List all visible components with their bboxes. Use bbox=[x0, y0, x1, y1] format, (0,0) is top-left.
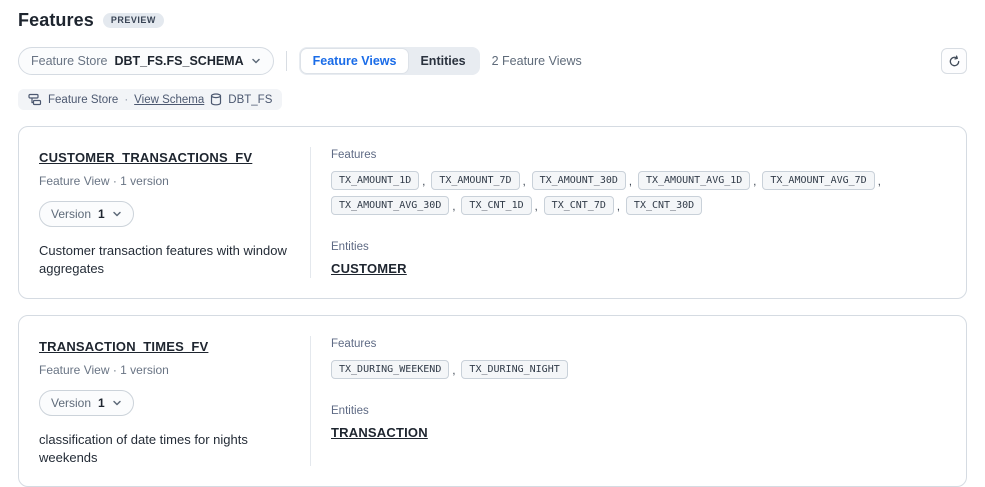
chip-separator: , bbox=[617, 195, 620, 219]
page-title: Features bbox=[18, 10, 94, 31]
feature-chip-list: TX_DURING_WEEKEND, TX_DURING_NIGHT bbox=[331, 358, 941, 383]
view-schema-link[interactable]: View Schema bbox=[134, 94, 204, 106]
entities-section: Entities TRANSACTION bbox=[331, 405, 942, 442]
version-selector[interactable]: Version 1 bbox=[39, 201, 134, 227]
feature-view-meta: Feature View · 1 version bbox=[39, 174, 290, 188]
toolbar: Feature Store DBT_FS.FS_SCHEMA Feature V… bbox=[18, 47, 967, 75]
version-value: 1 bbox=[98, 396, 105, 410]
feature-chip-list: TX_AMOUNT_1D,TX_AMOUNT_7D,TX_AMOUNT_30D,… bbox=[331, 169, 941, 219]
chevron-down-icon bbox=[251, 56, 261, 66]
chip-separator: , bbox=[629, 170, 632, 194]
card-summary-column: TRANSACTION_TIMES_FV Feature View · 1 ver… bbox=[19, 336, 311, 466]
features-section-label: Features bbox=[331, 149, 942, 161]
feature-name-chip[interactable]: TX_AMOUNT_AVG_7D bbox=[762, 171, 874, 190]
version-value: 1 bbox=[98, 207, 105, 221]
card-summary-column: CUSTOMER_TRANSACTIONS_FV Feature View · 1… bbox=[19, 147, 311, 278]
feature-store-select-value: DBT_FS.FS_SCHEMA bbox=[114, 54, 243, 68]
preview-badge: PREVIEW bbox=[103, 13, 164, 28]
feature-view-description: classification of date times for nights … bbox=[39, 431, 289, 466]
feature-name-chip[interactable]: TX_AMOUNT_AVG_30D bbox=[331, 196, 449, 215]
chip-separator: , bbox=[753, 170, 756, 194]
tab-feature-views[interactable]: Feature Views bbox=[301, 49, 409, 73]
entity-link[interactable]: CUSTOMER bbox=[331, 261, 407, 276]
chip-separator: , bbox=[535, 195, 538, 219]
chip-separator: , bbox=[878, 170, 881, 194]
feature-view-title-link[interactable]: CUSTOMER_TRANSACTIONS_FV bbox=[39, 150, 252, 165]
breadcrumb-separator: · bbox=[124, 94, 128, 106]
view-tabs: Feature Views Entities bbox=[299, 47, 480, 75]
feature-store-select[interactable]: Feature Store DBT_FS.FS_SCHEMA bbox=[18, 47, 274, 75]
refresh-button[interactable] bbox=[941, 48, 967, 74]
feature-view-card: TRANSACTION_TIMES_FV Feature View · 1 ver… bbox=[18, 315, 967, 487]
chip-separator: , bbox=[452, 195, 455, 219]
breadcrumb: Feature Store · View Schema DBT_FS bbox=[18, 89, 282, 110]
chip-separator: , bbox=[523, 170, 526, 194]
feature-name-chip[interactable]: TX_DURING_WEEKEND bbox=[331, 360, 449, 379]
feature-view-description: Customer transaction features with windo… bbox=[39, 242, 289, 277]
version-label: Version bbox=[51, 207, 91, 221]
refresh-icon bbox=[948, 55, 961, 68]
version-selector[interactable]: Version 1 bbox=[39, 390, 134, 416]
page-header: Features PREVIEW bbox=[18, 10, 967, 31]
feature-name-chip[interactable]: TX_AMOUNT_AVG_1D bbox=[638, 171, 750, 190]
feature-name-chip[interactable]: TX_CNT_30D bbox=[626, 196, 702, 215]
feature-name-chip[interactable]: TX_AMOUNT_30D bbox=[532, 171, 626, 190]
feature-name-chip[interactable]: TX_DURING_NIGHT bbox=[461, 360, 567, 379]
chevron-down-icon bbox=[112, 398, 122, 408]
feature-name-chip[interactable]: TX_AMOUNT_7D bbox=[431, 171, 519, 190]
chip-separator: , bbox=[452, 359, 455, 383]
card-detail-column: FeaturesTX_AMOUNT_1D,TX_AMOUNT_7D,TX_AMO… bbox=[311, 147, 966, 278]
version-label: Version bbox=[51, 396, 91, 410]
breadcrumb-database-name: DBT_FS bbox=[228, 94, 272, 106]
features-page: Features PREVIEW Feature Store DBT_FS.FS… bbox=[0, 0, 985, 487]
entities-section: Entities CUSTOMER bbox=[331, 241, 942, 278]
chevron-down-icon bbox=[112, 209, 122, 219]
database-icon bbox=[210, 93, 222, 106]
feature-name-chip[interactable]: TX_AMOUNT_1D bbox=[331, 171, 419, 190]
breadcrumb-store-label: Feature Store bbox=[48, 94, 118, 106]
toolbar-divider bbox=[286, 51, 287, 71]
feature-view-title-link[interactable]: TRANSACTION_TIMES_FV bbox=[39, 339, 208, 354]
entities-section-label: Entities bbox=[331, 241, 942, 253]
feature-views-count: 2 Feature Views bbox=[492, 54, 582, 68]
feature-store-select-label: Feature Store bbox=[31, 54, 107, 68]
card-detail-column: Features TX_DURING_WEEKEND, TX_DURING_NIGH… bbox=[311, 336, 966, 466]
features-section-label: Features bbox=[331, 338, 942, 350]
feature-name-chip[interactable]: TX_CNT_7D bbox=[544, 196, 614, 215]
entity-link[interactable]: TRANSACTION bbox=[331, 425, 428, 440]
feature-view-card: CUSTOMER_TRANSACTIONS_FV Feature View · 1… bbox=[18, 126, 967, 299]
entities-section-label: Entities bbox=[331, 405, 942, 417]
chip-separator: , bbox=[422, 170, 425, 194]
feature-name-chip[interactable]: TX_CNT_1D bbox=[461, 196, 531, 215]
feature-view-meta: Feature View · 1 version bbox=[39, 363, 290, 377]
tab-entities[interactable]: Entities bbox=[408, 49, 477, 73]
schema-hierarchy-icon bbox=[28, 93, 42, 106]
feature-view-card-list: CUSTOMER_TRANSACTIONS_FV Feature View · 1… bbox=[18, 126, 967, 487]
